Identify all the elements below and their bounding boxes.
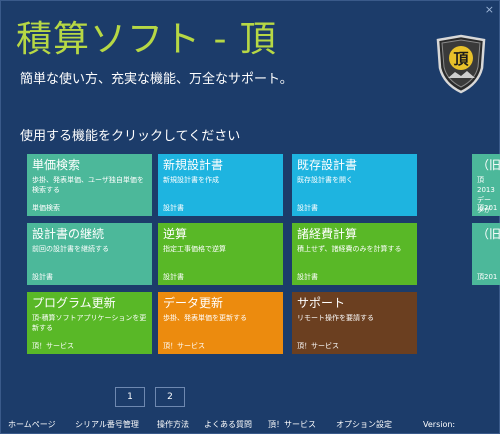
app-title: 積算ソフト - 頂: [16, 19, 277, 60]
footer-link-service[interactable]: 頂！サービス: [268, 420, 316, 430]
tile-category: 頂201: [477, 273, 498, 281]
tile-title: 単価検索: [32, 158, 81, 172]
tile-title: データ更新: [163, 296, 224, 310]
tile-description: リモート操作を要請する: [297, 314, 374, 322]
tile-description: 前回の設計書を継続する: [32, 245, 109, 253]
tile-category: 単価検索: [32, 204, 60, 212]
logo-glyph: 頂: [453, 50, 469, 68]
tile-description: 既存設計書を開く: [297, 176, 353, 184]
section-title: 使用する機能をクリックしてください: [20, 129, 241, 144]
tile-program-update[interactable]: プログラム更新 頂-積算ソフトアプリケーションを更新する 頂！サービス: [27, 292, 152, 354]
tile-title: （旧: [477, 227, 500, 241]
tile-category: 設計書: [297, 273, 318, 281]
tile-title: サポート: [297, 296, 346, 310]
tile-reverse-calc[interactable]: 逆算 指定工事価格で逆算 設計書: [158, 223, 283, 285]
tile-category: 設計書: [297, 204, 318, 212]
tile-title: 新規設計書: [163, 158, 224, 172]
page-button-1[interactable]: 1: [115, 387, 145, 407]
tile-description: 指定工事価格で逆算: [163, 245, 226, 253]
tile-description: 新規設計書を作成: [163, 176, 219, 184]
tile-category: 設計書: [163, 273, 184, 281]
tile-overhead-calc[interactable]: 諸経費計算 積上せず、諸経費のみを計算する 設計書: [292, 223, 417, 285]
tile-legacy-data-2[interactable]: （旧 頂201: [472, 223, 500, 285]
page-button-2[interactable]: 2: [155, 387, 185, 407]
tile-title: 逆算: [163, 227, 188, 241]
tile-continue-design-doc[interactable]: 設計書の継続 前回の設計書を継続する 設計書: [27, 223, 152, 285]
tile-category: 頂201: [477, 204, 498, 212]
tile-support[interactable]: サポート リモート操作を要請する 頂！サービス: [292, 292, 417, 354]
close-icon[interactable]: ×: [485, 3, 494, 16]
footer-link-homepage[interactable]: ホームページ: [8, 420, 56, 430]
app-logo: 頂: [436, 34, 486, 94]
tile-title: 既存設計書: [297, 158, 358, 172]
tile-category: 頂！サービス: [297, 342, 339, 350]
tile-unit-price-search[interactable]: 単価検索 歩掛、発表単価、ユーザ独自単価を検索する 単価検索: [27, 154, 152, 216]
tile-category: 頂！サービス: [163, 342, 205, 350]
tile-title: 設計書の継続: [32, 227, 105, 241]
tile-description: 歩掛、発表単価、ユーザ独自単価を検索する: [32, 176, 144, 194]
tile-title: 諸経費計算: [297, 227, 358, 241]
tile-title: プログラム更新: [32, 296, 116, 310]
version-label: Version:: [423, 420, 456, 429]
app-window: [0, 0, 500, 434]
tile-category: 設計書: [163, 204, 184, 212]
footer-link-faq[interactable]: よくある質問: [204, 420, 252, 430]
footer-link-howto[interactable]: 操作方法: [157, 420, 189, 430]
tile-data-update[interactable]: データ更新 歩掛、発表単価を更新する 頂！サービス: [158, 292, 283, 354]
footer-bar: ホームページ シリアル番号管理 操作方法 よくある質問 頂！サービス オプション…: [0, 420, 500, 434]
footer-link-serial[interactable]: シリアル番号管理: [75, 420, 139, 430]
tile-description: 頂-積算ソフトアプリケーションを更新する: [32, 314, 147, 332]
tile-category: 設計書: [32, 273, 53, 281]
footer-link-options[interactable]: オプション設定: [336, 420, 392, 430]
tile-description: 積上せず、諸経費のみを計算する: [297, 245, 402, 253]
app-subtitle: 簡単な使い方、充実な機能、万全なサポート。: [20, 72, 293, 87]
tile-title: （旧: [477, 158, 500, 172]
tile-open-design-doc[interactable]: 既存設計書 既存設計書を開く 設計書: [292, 154, 417, 216]
tile-description: 歩掛、発表単価を更新する: [163, 314, 247, 322]
tile-new-design-doc[interactable]: 新規設計書 新規設計書を作成 設計書: [158, 154, 283, 216]
tile-legacy-data-1[interactable]: （旧 頂2013 データが 頂201: [472, 154, 500, 216]
tile-category: 頂！サービス: [32, 342, 74, 350]
